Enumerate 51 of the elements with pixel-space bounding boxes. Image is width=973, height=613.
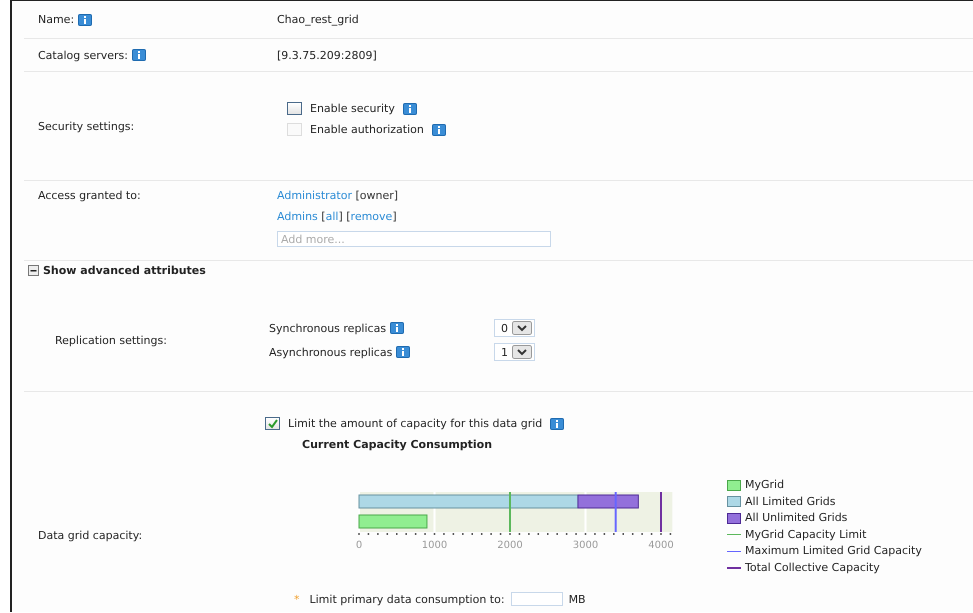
tick-label: 1000 bbox=[422, 540, 448, 551]
replica-dropdown[interactable]: 1 bbox=[494, 343, 535, 361]
chart-title: Current Capacity Consumption bbox=[302, 438, 494, 451]
section-toggle-label[interactable]: Show advanced attributes bbox=[43, 264, 206, 276]
user-link[interactable]: all bbox=[326, 210, 338, 223]
checkbox[interactable] bbox=[287, 102, 302, 115]
info-icon[interactable] bbox=[402, 102, 417, 114]
tick-label: 4000 bbox=[648, 540, 674, 551]
unit-label: MB bbox=[568, 592, 586, 606]
legend-label: All Unlimited Grids bbox=[745, 510, 848, 526]
field-value: Chao_rest_grid bbox=[277, 13, 359, 26]
info-icon[interactable] bbox=[396, 346, 410, 358]
legend-label: MyGrid bbox=[745, 477, 784, 493]
legend-label: MyGrid Capacity Limit bbox=[745, 526, 866, 542]
info-icon[interactable] bbox=[550, 418, 564, 430]
checkbox-label: Enable authorization bbox=[310, 123, 424, 136]
tick-label: 3000 bbox=[572, 540, 598, 551]
add-user-field[interactable]: Add more... bbox=[277, 231, 551, 247]
role-text: ] bbox=[392, 210, 397, 223]
role-text: [owner] bbox=[354, 189, 398, 202]
tick-label: 2000 bbox=[497, 540, 523, 551]
checkbox-label: Enable security bbox=[310, 102, 395, 115]
field-label: Limit primary data consumption to: bbox=[310, 592, 505, 606]
legend-label: Total Collective Capacity bbox=[745, 560, 880, 576]
user-link[interactable]: Admins bbox=[277, 210, 318, 223]
field-label: Data grid capacity: bbox=[37, 529, 144, 542]
collapse-toggle-icon[interactable] bbox=[28, 264, 39, 276]
field-value: [9.3.75.209:2809] bbox=[277, 48, 377, 62]
field-label: Name: bbox=[38, 13, 74, 26]
role-text: [ bbox=[320, 210, 326, 223]
limit-input[interactable] bbox=[510, 592, 563, 606]
user-link[interactable]: Administrator bbox=[277, 189, 352, 202]
legend-label: Maximum Limited Grid Capacity bbox=[745, 543, 922, 559]
field-label: Catalog servers: bbox=[38, 48, 128, 62]
info-icon[interactable] bbox=[432, 124, 446, 136]
info-icon[interactable] bbox=[132, 49, 146, 61]
setting-label: Asynchronous replicas bbox=[269, 346, 392, 358]
setting-label: Synchronous replicas bbox=[269, 322, 386, 334]
field-label: Security settings: bbox=[38, 120, 134, 132]
field-label: Replication settings: bbox=[55, 334, 167, 346]
tick-label: 0 bbox=[356, 540, 362, 551]
role-text: ] [ bbox=[338, 210, 351, 223]
user-link[interactable]: remove bbox=[350, 210, 392, 223]
info-icon[interactable] bbox=[390, 322, 404, 334]
required-mark: * bbox=[294, 592, 300, 606]
legend-label: All Limited Grids bbox=[745, 494, 836, 510]
field-label: Access granted to: bbox=[38, 189, 141, 202]
replica-dropdown[interactable]: 0 bbox=[494, 319, 535, 337]
info-icon[interactable] bbox=[78, 14, 92, 26]
checkbox-label: Limit the amount of capacity for this data grid bbox=[288, 417, 542, 430]
checkbox[interactable] bbox=[265, 417, 280, 430]
